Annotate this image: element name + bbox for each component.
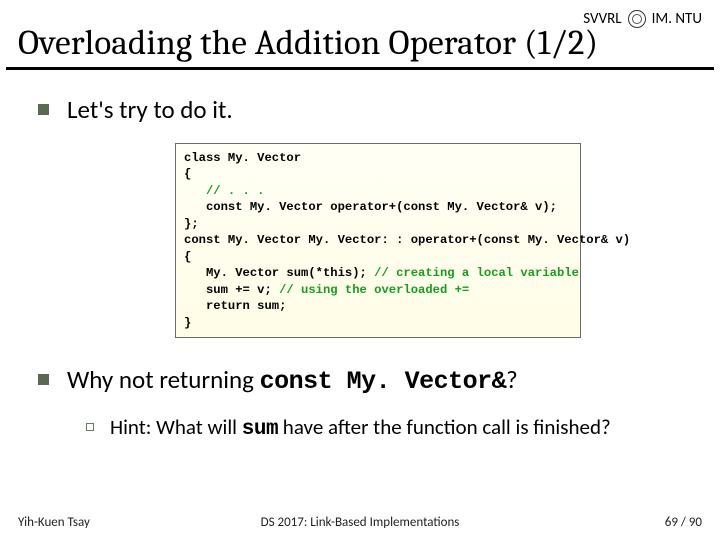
s1-pre: Hint: What will [110, 414, 242, 440]
code-l8b: // creating a local variable [374, 266, 579, 280]
slide-content: Let's try to do it. class My. Vector { /… [0, 70, 720, 441]
code-l11: } [184, 316, 191, 330]
code-l9a: sum += v; [184, 283, 279, 297]
code-l8a: My. Vector sum(*this); [184, 266, 374, 280]
code-l5: }; [184, 217, 199, 231]
code-l7: { [184, 250, 191, 264]
s1-post: have after the function call is finished… [278, 414, 611, 440]
code-l10: return sum; [184, 299, 286, 313]
code-l3-comment: // . . . [206, 184, 265, 198]
bullet-1: Let's try to do it. [38, 94, 690, 125]
code-l3-indent [184, 184, 206, 198]
footer-right: 69 / 90 [665, 515, 702, 530]
org-left: SVVRL [583, 10, 621, 28]
sub-bullet-icon [86, 423, 94, 431]
footer: Yih-Kuen Tsay DS 2017: Link-Based Implem… [0, 515, 720, 530]
bullet-icon [38, 104, 49, 115]
footer-left: Yih-Kuen Tsay [18, 515, 90, 530]
b2-post: ? [506, 364, 518, 395]
bullet-icon [38, 374, 49, 385]
at-logo-icon [628, 10, 646, 28]
bullet-2: Why not returning const My. Vector&? [38, 364, 690, 396]
code-block: class My. Vector { // . . . const My. Ve… [175, 143, 581, 338]
footer-center: DS 2017: Link-Based Implementations [261, 515, 460, 530]
b2-pre: Why not returning [67, 364, 260, 395]
code-l6: const My. Vector My. Vector: : operator+… [184, 233, 630, 247]
header-right: SVVRL IM. NTU [583, 10, 702, 28]
sub-1-text: Hint: What will sum have after the funct… [110, 414, 611, 441]
s1-code: sum [242, 418, 278, 441]
bullet-1-text: Let's try to do it. [67, 94, 233, 125]
sub-bullet-1: Hint: What will sum have after the funct… [86, 414, 690, 441]
code-l4: const My. Vector operator+(const My. Vec… [184, 200, 557, 214]
bullet-2-text: Why not returning const My. Vector&? [67, 364, 518, 396]
b2-code: const My. Vector& [260, 367, 507, 396]
code-l2: { [184, 167, 191, 181]
code-l1: class My. Vector [184, 151, 301, 165]
code-l9b: // using the overloaded += [279, 283, 469, 297]
org-right: IM. NTU [652, 10, 702, 28]
